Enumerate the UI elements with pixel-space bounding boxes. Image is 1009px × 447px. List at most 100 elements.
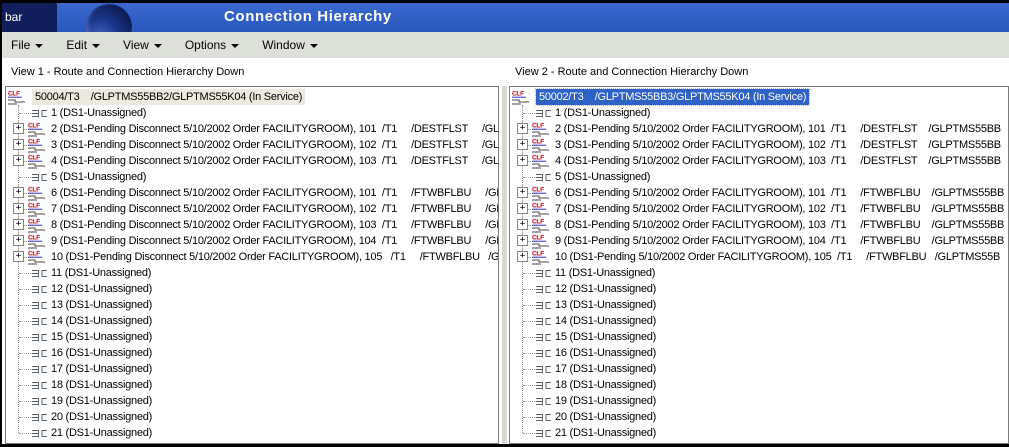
tree-node[interactable]: + CLF 3 (DS1-Pending 5/10/2002 Order FACIL… [510,137,1008,153]
tree-node[interactable]: 5 (DS1-Unassigned) [6,169,498,185]
tree-node-label: 8 (DS1-Pending Disconnect 5/10/2002 Orde… [51,219,499,231]
tree-node[interactable]: 14 (DS1-Unassigned) [510,313,1008,329]
expand-toggle[interactable]: + [517,187,528,198]
tree-node[interactable]: + CLF 6 (DS1-Pending 5/10/2002 Order FACIL… [510,185,1008,201]
tree-node[interactable]: 21 (DS1-Unassigned) [6,425,498,441]
expand-toggle[interactable]: + [517,219,528,230]
clf-circuit-icon: CLF [532,137,552,153]
tree-node[interactable]: 20 (DS1-Unassigned) [510,409,1008,425]
window-title: Connection Hierarchy [224,8,392,25]
tree-node-label: 12 (DS1-Unassigned) [555,283,657,295]
tree-node[interactable]: 13 (DS1-Unassigned) [510,297,1008,313]
tree-root-node[interactable]: CLF 50002/T3 /GLPTMS55BB3/GLPTMS55K04 (In… [510,88,1008,106]
clf-circuit-icon: CLF [532,201,552,217]
ds1-unassigned-icon [535,428,552,439]
tree-node[interactable]: 17 (DS1-Unassigned) [510,361,1008,377]
tree-node[interactable]: 19 (DS1-Unassigned) [6,393,498,409]
menu-view-label: View [123,38,149,52]
expand-toggle[interactable]: + [13,123,24,134]
expand-toggle[interactable]: + [517,251,528,262]
tree-node-label: 20 (DS1-Unassigned) [555,411,657,423]
tree-node[interactable]: + CLF 4 (DS1-Pending Disconnect 5/10/2002 … [6,153,498,169]
svg-text:CLF: CLF [532,155,544,162]
expand-toggle[interactable]: + [13,203,24,214]
menu-window[interactable]: Window [260,36,320,54]
tree-node[interactable]: 13 (DS1-Unassigned) [6,297,498,313]
tree-node[interactable]: 14 (DS1-Unassigned) [6,313,498,329]
menu-edit[interactable]: Edit [64,36,102,54]
menu-options[interactable]: Options [183,36,241,54]
menu-view[interactable]: View [121,36,164,54]
tree-node[interactable]: 20 (DS1-Unassigned) [6,409,498,425]
menu-file[interactable]: File [9,36,45,54]
tree-node[interactable]: 21 (DS1-Unassigned) [510,425,1008,441]
tree-node[interactable]: + CLF 2 (DS1-Pending Disconnect 5/10/2002 … [6,121,498,137]
tree-node[interactable]: 12 (DS1-Unassigned) [6,281,498,297]
tree-node[interactable]: 11 (DS1-Unassigned) [510,265,1008,281]
clf-circuit-icon: CLF [28,185,48,201]
tree-node[interactable]: 16 (DS1-Unassigned) [6,345,498,361]
view1-header: View 1 - Route and Connection Hierarchy … [11,66,245,78]
expand-toggle[interactable]: + [517,155,528,166]
tree-node[interactable]: + CLF 10 (DS1-Pending Disconnect 5/10/2002… [6,249,498,265]
tree-node[interactable]: 16 (DS1-Unassigned) [510,345,1008,361]
tree-node-label: 6 (DS1-Pending 5/10/2002 Order FACILITYG… [555,187,1005,199]
clf-circuit-icon: CLF [532,153,552,169]
tree-node[interactable]: 18 (DS1-Unassigned) [6,377,498,393]
tree-node[interactable]: + CLF 10 (DS1-Pending 5/10/2002 Order FACI… [510,249,1008,265]
panel-splitter[interactable] [499,86,509,444]
expand-toggle[interactable]: + [517,123,528,134]
view2-tree: CLF 50002/T3 /GLPTMS55BB3/GLPTMS55K04 (In… [510,87,1008,441]
tree-root-node[interactable]: CLF 50004/T3 /GLPTMS55BB2/GLPTMS55K04 (In… [6,89,498,105]
title-bar: bar Connection Hierarchy [2,3,1009,32]
tree-node[interactable]: + CLF 3 (DS1-Pending Disconnect 5/10/2002 … [6,137,498,153]
tree-node-label: 21 (DS1-Unassigned) [555,427,657,439]
expand-toggle[interactable]: + [13,235,24,246]
tree-node[interactable]: + CLF 8 (DS1-Pending Disconnect 5/10/2002 … [6,217,498,233]
tree-root-label: 50004/T3 /GLPTMS55BB2/GLPTMS55K04 (In Se… [32,89,306,105]
expand-toggle[interactable]: + [13,219,24,230]
tree-node[interactable]: + CLF 6 (DS1-Pending Disconnect 5/10/2002 … [6,185,498,201]
clf-circuit-icon: CLF [532,233,552,249]
expand-toggle[interactable]: + [517,203,528,214]
chevron-down-icon [35,44,44,48]
ds1-unassigned-icon [31,396,48,407]
tree-node-label: 9 (DS1-Pending 5/10/2002 Order FACILITYG… [555,235,1005,247]
tree-node-label: 4 (DS1-Pending 5/10/2002 Order FACILITYG… [555,155,1001,167]
tree-node[interactable]: + CLF 7 (DS1-Pending Disconnect 5/10/2002 … [6,201,498,217]
expand-toggle[interactable]: + [13,187,24,198]
tree-node[interactable]: + CLF 4 (DS1-Pending 5/10/2002 Order FACIL… [510,153,1008,169]
tree-node[interactable]: + CLF 7 (DS1-Pending 5/10/2002 Order FACIL… [510,201,1008,217]
tree-node-label: 4 (DS1-Pending Disconnect 5/10/2002 Orde… [51,155,499,167]
menu-edit-label: Edit [66,38,88,52]
tree-node[interactable]: + CLF 2 (DS1-Pending 5/10/2002 Order FACIL… [510,121,1008,137]
svg-text:CLF: CLF [532,203,544,210]
clf-circuit-icon: CLF [28,121,48,137]
tree-node-label: 17 (DS1-Unassigned) [555,363,657,375]
tree-node[interactable]: + CLF 8 (DS1-Pending 5/10/2002 Order FACIL… [510,217,1008,233]
expand-toggle[interactable]: + [13,155,24,166]
tree-node-label: 16 (DS1-Unassigned) [51,347,153,359]
tree-node[interactable]: 5 (DS1-Unassigned) [510,169,1008,185]
expand-toggle[interactable]: + [13,139,24,150]
ds1-unassigned-icon [31,428,48,439]
tree-node[interactable]: + CLF 9 (DS1-Pending Disconnect 5/10/2002 … [6,233,498,249]
tree-node[interactable]: 11 (DS1-Unassigned) [6,265,498,281]
ds1-unassigned-icon [535,412,552,423]
content-area: View 1 - Route and Connection Hierarchy … [2,58,1009,444]
tree-node[interactable]: 1 (DS1-Unassigned) [6,105,498,121]
expand-toggle[interactable]: + [517,235,528,246]
tree-node[interactable]: 12 (DS1-Unassigned) [510,281,1008,297]
menu-file-label: File [11,38,31,52]
tree-node[interactable]: 15 (DS1-Unassigned) [510,329,1008,345]
ds1-unassigned-icon [31,364,48,375]
expand-toggle[interactable]: + [517,139,528,150]
tree-node[interactable]: + CLF 9 (DS1-Pending 5/10/2002 Order FACIL… [510,233,1008,249]
globe-sphere-icon [86,4,132,32]
tree-node[interactable]: 15 (DS1-Unassigned) [6,329,498,345]
expand-toggle[interactable]: + [13,251,24,262]
tree-node[interactable]: 1 (DS1-Unassigned) [510,105,1008,121]
tree-node[interactable]: 17 (DS1-Unassigned) [6,361,498,377]
tree-node[interactable]: 18 (DS1-Unassigned) [510,377,1008,393]
tree-node[interactable]: 19 (DS1-Unassigned) [510,393,1008,409]
